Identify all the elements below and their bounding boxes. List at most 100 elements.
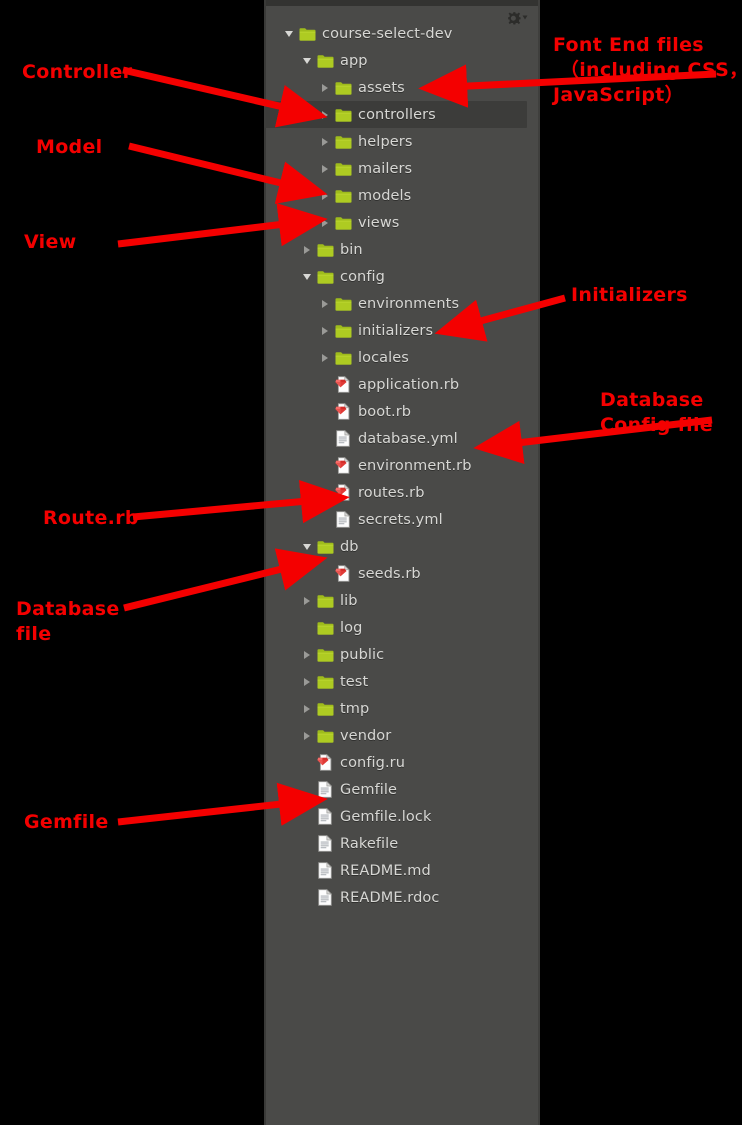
folder-icon bbox=[332, 74, 354, 101]
tree-row-label: lib bbox=[340, 592, 358, 609]
tree-row-label: secrets.yml bbox=[358, 511, 443, 528]
tree-row-label: log bbox=[340, 619, 363, 636]
annotation-label-initializers: Initializers bbox=[571, 284, 688, 306]
tree-row[interactable]: lib bbox=[264, 587, 540, 614]
tree-row[interactable]: views bbox=[264, 209, 540, 236]
tree-row-label: models bbox=[358, 187, 412, 204]
tree-row[interactable]: initializers bbox=[264, 317, 540, 344]
chevron-right-icon[interactable] bbox=[318, 155, 332, 182]
chevron-right-icon[interactable] bbox=[318, 344, 332, 371]
file-tree-list[interactable]: course-select-dev app assets controllers hel… bbox=[264, 20, 540, 911]
tree-row-label: bin bbox=[340, 241, 363, 258]
chevron-down-icon[interactable] bbox=[282, 20, 296, 47]
chevron-right-icon[interactable] bbox=[300, 236, 314, 263]
tree-row[interactable]: environment.rb bbox=[264, 452, 540, 479]
tree-row[interactable]: log bbox=[264, 614, 540, 641]
chevron-right-icon[interactable] bbox=[318, 101, 332, 128]
tree-row-label: controllers bbox=[358, 106, 436, 123]
ruby-file-icon bbox=[332, 398, 354, 425]
tree-row-label: Gemfile bbox=[340, 781, 398, 798]
chevron-right-icon[interactable] bbox=[300, 587, 314, 614]
tree-row[interactable]: helpers bbox=[264, 128, 540, 155]
chevron-right-icon[interactable] bbox=[300, 695, 314, 722]
tree-row-label: database.yml bbox=[358, 430, 458, 447]
tree-row[interactable]: models bbox=[264, 182, 540, 209]
chevron-right-icon[interactable] bbox=[318, 209, 332, 236]
chevron-right-icon[interactable] bbox=[318, 317, 332, 344]
annotation-label-front-end-files: Font End files （including CSS， JavaScrip… bbox=[553, 34, 742, 106]
tree-row-label: README.rdoc bbox=[340, 889, 440, 906]
folder-icon bbox=[332, 128, 354, 155]
chevron-right-icon[interactable] bbox=[318, 290, 332, 317]
tree-row-label: environment.rb bbox=[358, 457, 472, 474]
tree-row[interactable]: controllers bbox=[264, 101, 527, 128]
project-file-tree-panel: course-select-dev app assets controllers hel… bbox=[264, 0, 540, 1125]
tree-row[interactable]: routes.rb bbox=[264, 479, 540, 506]
tree-row[interactable]: bin bbox=[264, 236, 540, 263]
tree-row[interactable]: vendor bbox=[264, 722, 540, 749]
ruby-file-icon bbox=[332, 479, 354, 506]
tree-row-label: public bbox=[340, 646, 385, 663]
folder-icon bbox=[332, 182, 354, 209]
tree-row[interactable]: Rakefile bbox=[264, 830, 540, 857]
tree-row[interactable]: mailers bbox=[264, 155, 540, 182]
chevron-right-icon[interactable] bbox=[318, 182, 332, 209]
tree-row[interactable]: database.yml bbox=[264, 425, 540, 452]
chevron-right-icon[interactable] bbox=[300, 722, 314, 749]
tree-row[interactable]: application.rb bbox=[264, 371, 540, 398]
tree-row[interactable]: config.ru bbox=[264, 749, 540, 776]
chevron-down-icon[interactable] bbox=[300, 263, 314, 290]
tree-row-label: course-select-dev bbox=[322, 25, 453, 42]
chevron-right-icon[interactable] bbox=[318, 74, 332, 101]
tree-row[interactable]: README.rdoc bbox=[264, 884, 540, 911]
tree-row-label: db bbox=[340, 538, 359, 555]
tree-row[interactable]: README.md bbox=[264, 857, 540, 884]
annotation-label-gemfile: Gemfile bbox=[24, 811, 109, 833]
annotation-label-view: View bbox=[24, 231, 77, 253]
annotation-label-route-rb: Route.rb bbox=[43, 507, 139, 529]
tree-row-label: assets bbox=[358, 79, 405, 96]
folder-icon bbox=[314, 668, 336, 695]
chevron-right-icon[interactable] bbox=[300, 668, 314, 695]
folder-icon bbox=[314, 263, 336, 290]
tree-row[interactable]: Gemfile.lock bbox=[264, 803, 540, 830]
tree-row[interactable]: app bbox=[264, 47, 540, 74]
folder-icon bbox=[332, 101, 354, 128]
folder-icon bbox=[332, 209, 354, 236]
annotation-label-model: Model bbox=[36, 136, 103, 158]
tree-row[interactable]: course-select-dev bbox=[264, 20, 540, 47]
annotation-label-database-config-file: Database Config file bbox=[600, 389, 713, 436]
tree-row[interactable]: assets bbox=[264, 74, 540, 101]
tree-row-label: application.rb bbox=[358, 376, 460, 393]
chevron-right-icon[interactable] bbox=[300, 641, 314, 668]
tree-row[interactable]: boot.rb bbox=[264, 398, 540, 425]
text-file-icon bbox=[314, 884, 336, 911]
tree-row[interactable]: environments bbox=[264, 290, 540, 317]
tree-row[interactable]: seeds.rb bbox=[264, 560, 540, 587]
tree-row[interactable]: public bbox=[264, 641, 540, 668]
tree-row-label: Gemfile.lock bbox=[340, 808, 432, 825]
tree-row[interactable]: test bbox=[264, 668, 540, 695]
folder-icon bbox=[314, 641, 336, 668]
chevron-right-icon[interactable] bbox=[318, 128, 332, 155]
tree-row-label: tmp bbox=[340, 700, 370, 717]
ruby-file-icon bbox=[332, 452, 354, 479]
tree-row[interactable]: Gemfile bbox=[264, 776, 540, 803]
text-file-icon bbox=[314, 830, 336, 857]
tree-row[interactable]: secrets.yml bbox=[264, 506, 540, 533]
tree-row[interactable]: config bbox=[264, 263, 540, 290]
tree-row[interactable]: locales bbox=[264, 344, 540, 371]
chevron-down-icon[interactable] bbox=[300, 533, 314, 560]
tree-row-label: environments bbox=[358, 295, 460, 312]
tree-row[interactable]: db bbox=[264, 533, 540, 560]
tree-row-label: locales bbox=[358, 349, 409, 366]
chevron-down-icon[interactable] bbox=[300, 47, 314, 74]
text-file-icon bbox=[314, 776, 336, 803]
tree-row[interactable]: tmp bbox=[264, 695, 540, 722]
